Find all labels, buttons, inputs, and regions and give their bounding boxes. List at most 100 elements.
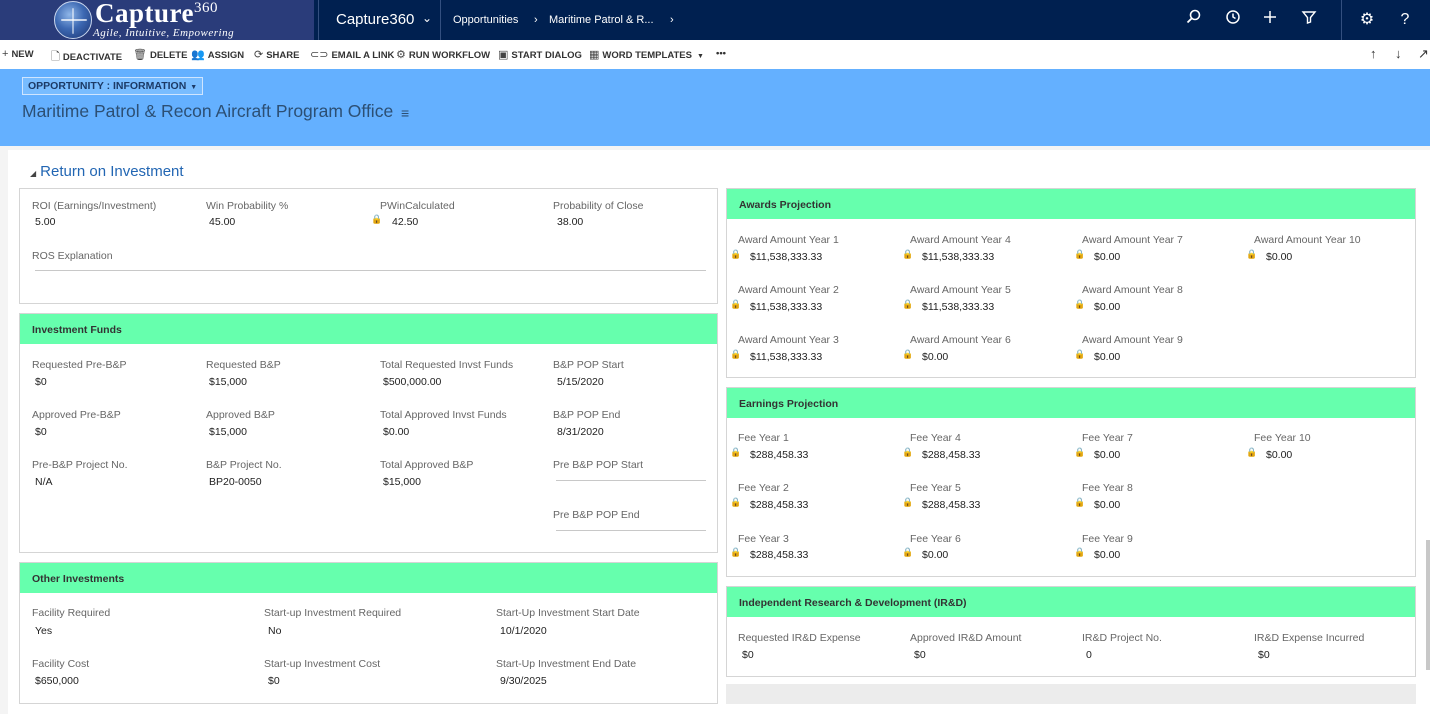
total-approved-value[interactable]: $0.00 (383, 426, 409, 438)
chevron-down-icon: ▼ (190, 84, 198, 91)
assign-people-icon: 👥 (191, 49, 205, 61)
total-approved-bp-value[interactable]: $15,000 (383, 476, 421, 488)
ird-panel: Independent Research & Development (IR&D… (726, 586, 1416, 677)
settings-gear-icon[interactable]: ⚙ (1356, 9, 1378, 31)
facility-cost-value[interactable]: $650,000 (35, 675, 79, 687)
fee-year-value: $0.00 (1094, 499, 1121, 511)
fee-year-label: Fee Year 2 (738, 482, 789, 494)
approved-bp-value[interactable]: $15,000 (209, 426, 247, 438)
record-menu-icon[interactable]: ≡ (401, 105, 409, 121)
award-year-value: $11,538,333.33 (922, 251, 995, 263)
bp-project-value[interactable]: BP20-0050 (209, 476, 262, 488)
ros-explanation-field[interactable] (35, 270, 706, 271)
facility-required-label: Facility Required (32, 607, 111, 619)
pre-bp-pop-start-field[interactable] (556, 480, 706, 481)
assign-button[interactable]: 👥 ASSIGN (191, 48, 244, 61)
history-icon[interactable] (1222, 9, 1244, 31)
lock-icon: 🔒 (1074, 497, 1086, 507)
expand-icon[interactable]: ↗ (1418, 46, 1429, 62)
help-icon[interactable]: ? (1394, 9, 1416, 31)
search-icon[interactable] (1183, 9, 1205, 31)
arrow-up-icon[interactable]: ↑ (1370, 46, 1377, 61)
fee-year-label: Fee Year 6 (910, 533, 961, 545)
startup-start-value[interactable]: 10/1/2020 (500, 625, 547, 637)
delete-button[interactable]: 🗑 DELETE (133, 48, 187, 61)
vertical-scrollbar[interactable] (1426, 540, 1430, 670)
startup-required-value[interactable]: No (268, 625, 281, 637)
pre-bp-pop-end-field[interactable] (556, 530, 706, 531)
win-probability-label: Win Probability % (206, 200, 289, 212)
startup-end-value[interactable]: 9/30/2025 (500, 675, 547, 687)
more-commands-button[interactable]: ••• (716, 48, 726, 59)
approved-ird-value[interactable]: $0 (914, 649, 926, 661)
lock-icon: 🔒 (730, 447, 742, 457)
requested-bp-value[interactable]: $15,000 (209, 376, 247, 388)
requested-ird-value[interactable]: $0 (742, 649, 754, 661)
dialog-icon: ▣ (498, 49, 509, 61)
panel-header: Other Investments (20, 563, 717, 593)
win-probability-value[interactable]: 45.00 (209, 216, 235, 228)
breadcrumb-opportunities[interactable]: Opportunities (453, 14, 518, 26)
ird-project-value[interactable]: 0 (1086, 649, 1092, 661)
award-year-value: $0.00 (922, 351, 949, 363)
filter-icon[interactable] (1298, 9, 1320, 31)
breadcrumb-chevron-icon[interactable]: › (670, 14, 674, 26)
run-workflow-button[interactable]: ⚙ RUN WORKFLOW (396, 48, 490, 61)
roi-label: ROI (Earnings/Investment) (32, 200, 157, 212)
approved-bp-label: Approved B&P (206, 409, 275, 421)
breadcrumb-record[interactable]: Maritime Patrol & R... (549, 14, 654, 26)
approved-pre-bp-value[interactable]: $0 (35, 426, 47, 438)
panel-header: Investment Funds (20, 314, 717, 344)
share-icon: ⟳ (254, 49, 264, 61)
fee-year-label: Fee Year 8 (1082, 482, 1133, 494)
create-new-icon[interactable] (1259, 9, 1281, 31)
nav-divider (1341, 0, 1342, 40)
pre-bp-project-label: Pre-B&P Project No. (32, 459, 128, 471)
email-link-button[interactable]: ⊂⊃ EMAIL A LINK (310, 48, 394, 61)
word-templates-button[interactable]: ▦ WORD TEMPLATES ▼ (589, 48, 704, 61)
award-year-label: Award Amount Year 1 (738, 234, 839, 246)
lock-icon: 🔒 (730, 249, 742, 259)
lock-icon: 🔒 (902, 497, 914, 507)
start-dialog-button[interactable]: ▣ START DIALOG (498, 48, 582, 61)
fee-year-value: $0.00 (922, 549, 949, 561)
lock-icon: 🔒 (1246, 249, 1258, 259)
startup-cost-value[interactable]: $0 (268, 675, 280, 687)
deactivate-button[interactable]: 🗋 DEACTIVATE (51, 48, 122, 67)
app-logo[interactable]: Capture360 Agile, Intuitive, Empowering (0, 0, 314, 40)
lock-icon: 🔒 (1074, 547, 1086, 557)
facility-required-value[interactable]: Yes (35, 625, 52, 637)
bp-pop-end-value[interactable]: 8/31/2020 (557, 426, 604, 438)
lock-icon: 🔒 (1246, 447, 1258, 457)
new-button[interactable]: + NEW (2, 48, 34, 60)
fee-year-value: $288,458.33 (922, 449, 981, 461)
facility-cost-label: Facility Cost (32, 658, 90, 670)
lock-icon: 🔒 (1074, 447, 1086, 457)
chevron-down-icon[interactable]: ⌄ (422, 11, 432, 25)
arrow-down-icon[interactable]: ↓ (1395, 46, 1402, 61)
lock-icon: 🔒 (902, 547, 914, 557)
lock-icon: 🔒 (730, 547, 742, 557)
lock-icon: 🔒 (902, 349, 914, 359)
panel-header: Independent Research & Development (IR&D… (727, 587, 1415, 617)
probability-close-value[interactable]: 38.00 (557, 216, 583, 228)
logo-tagline: Agile, Intuitive, Empowering (93, 27, 235, 39)
share-button[interactable]: ⟳ SHARE (254, 48, 299, 61)
requested-pre-bp-value[interactable]: $0 (35, 376, 47, 388)
pre-bp-project-value[interactable]: N/A (35, 476, 53, 488)
app-switcher[interactable]: Capture360 (336, 11, 414, 28)
word-icon: ▦ (589, 49, 600, 61)
award-year-label: Award Amount Year 10 (1254, 234, 1361, 246)
form-selector[interactable]: OPPORTUNITY : INFORMATION ▼ (22, 77, 204, 95)
section-title[interactable]: ◢ Return on Investment (30, 163, 184, 180)
total-requested-value[interactable]: $500,000.00 (383, 376, 441, 388)
startup-required-label: Start-up Investment Required (264, 607, 402, 619)
panel-header: Earnings Projection (727, 388, 1415, 418)
bp-pop-start-value[interactable]: 5/15/2020 (557, 376, 604, 388)
lock-icon: 🔒 (730, 349, 742, 359)
roi-value[interactable]: 5.00 (35, 216, 55, 228)
lock-icon: 🔒 (902, 249, 914, 259)
ird-incurred-value[interactable]: $0 (1258, 649, 1270, 661)
roi-panel: ROI (Earnings/Investment) 5.00 Win Proba… (19, 188, 718, 304)
ird-project-label: IR&D Project No. (1082, 632, 1162, 644)
